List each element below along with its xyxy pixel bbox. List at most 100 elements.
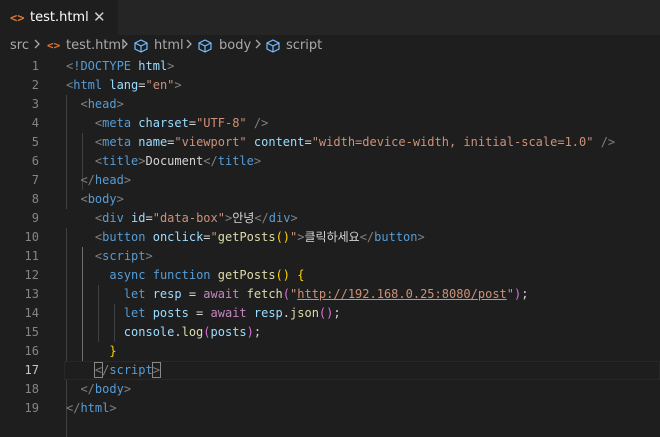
code-line[interactable]: 1 <!DOCTYPE html> (0, 57, 660, 76)
breadcrumb: src <> test.html html body script (0, 35, 660, 57)
line-number: 19 (24, 401, 39, 415)
chevron-right-icon (186, 39, 193, 49)
code-token: log (181, 325, 204, 339)
breadcrumb-test-html[interactable]: test.html (66, 38, 125, 53)
code-token: () (318, 306, 334, 320)
code-token: ( (203, 325, 211, 339)
code-token: getPosts (217, 230, 276, 244)
code-line[interactable]: 14 let posts = await resp.json(); (0, 304, 660, 323)
breadcrumb-html[interactable]: html (154, 38, 184, 53)
html-file-icon: <> (10, 11, 25, 25)
code-token: fetch (246, 287, 283, 301)
code-token: > (151, 362, 162, 378)
code-token: . (174, 325, 182, 339)
line-number: 17 (24, 363, 39, 377)
code-line[interactable]: 10 <button onclick="getPosts()">클릭하세요</b… (0, 228, 660, 247)
tab-bar: <> test.html ✕ (0, 0, 660, 35)
code-text: </head> (66, 171, 131, 190)
code-token: posts (210, 325, 247, 339)
code-token: html (73, 78, 110, 92)
code-token: head (94, 173, 124, 187)
code-line[interactable]: 7 </head> (0, 171, 660, 190)
line-number: 13 (24, 287, 39, 301)
code-token: < (80, 192, 88, 206)
code-text: </script> (66, 361, 162, 380)
code-token: </ (254, 211, 269, 225)
code-token: title (217, 154, 254, 168)
code-token: > (138, 154, 146, 168)
line-number: 14 (24, 306, 39, 320)
breadcrumb-src[interactable]: src (10, 38, 29, 53)
code-line[interactable]: 18 </body> (0, 380, 660, 399)
code-line[interactable]: 4 <meta charset="UTF-8" /> (0, 114, 660, 133)
code-token: posts (152, 306, 189, 320)
code-line[interactable]: 12 async function getPosts() { (0, 266, 660, 285)
code-line[interactable]: 15 console.log(posts); (0, 323, 660, 342)
code-text: <body> (66, 190, 123, 209)
code-token: = (188, 306, 211, 320)
code-token: = (188, 116, 197, 130)
code-line[interactable]: 13 let resp = await fetch("http://192.16… (0, 285, 660, 304)
code-token: 안녕 (232, 211, 255, 225)
code-text: console.log(posts); (66, 323, 261, 342)
close-icon[interactable]: ✕ (93, 8, 106, 26)
code-token: body (87, 192, 117, 206)
code-token: charset (138, 116, 189, 130)
code-token: </ (80, 382, 95, 396)
code-token: > (109, 401, 117, 415)
code-line[interactable]: 9 <div id="data-box">안녕</div> (0, 209, 660, 228)
code-line[interactable]: 17 </script> (0, 361, 660, 380)
breadcrumb-body[interactable]: body (219, 38, 251, 53)
code-token: div (268, 211, 291, 225)
code-token: () { (275, 268, 305, 282)
code-token: = (145, 211, 153, 225)
code-token: Document (145, 154, 204, 168)
code-token: body (94, 382, 124, 396)
code-line[interactable]: 5 <meta name="viewport" content="width=d… (0, 133, 660, 152)
code-token: html (80, 401, 110, 415)
symbol-element-icon (266, 39, 280, 57)
code-editor[interactable]: 1 <!DOCTYPE html> 2 <html lang="en"> 3 <head… (0, 57, 660, 437)
code-token: > (417, 230, 425, 244)
code-token: title (102, 154, 139, 168)
line-number: 10 (24, 230, 39, 244)
symbol-element-icon (198, 39, 212, 57)
code-line[interactable]: 8 <body> (0, 190, 660, 209)
line-number: 5 (31, 135, 39, 149)
code-line[interactable]: 6 <title>Document</title> (0, 152, 660, 171)
line-number: 9 (31, 211, 39, 225)
code-token: head (87, 97, 117, 111)
code-token: ( (282, 287, 291, 301)
code-token: resp (152, 287, 182, 301)
line-number: 1 (31, 59, 39, 73)
code-text: </body> (66, 380, 131, 399)
code-line[interactable]: 2 <html lang="en"> (0, 76, 660, 95)
code-line[interactable]: 16 } (0, 342, 660, 361)
code-token: let (123, 287, 153, 301)
code-text: <!DOCTYPE html> (66, 57, 174, 76)
code-text: <meta charset="UTF-8" /> (66, 114, 268, 133)
line-number: 3 (31, 97, 39, 111)
chevron-right-icon (255, 39, 262, 49)
code-token: resp (253, 306, 283, 320)
breadcrumb-script[interactable]: script (286, 38, 322, 53)
code-line[interactable]: 11 <script> (0, 247, 660, 266)
code-line[interactable]: 19 </html> (0, 399, 660, 418)
line-number: 18 (24, 382, 39, 396)
tab-test-html[interactable]: <> test.html ✕ (0, 0, 118, 35)
code-token: > (253, 154, 262, 168)
line-number: 11 (24, 249, 39, 263)
code-line[interactable]: 3 <head> (0, 95, 660, 114)
code-token: let (123, 306, 153, 320)
code-token: "width=device-width, initial-scale=1.0" (311, 135, 594, 149)
code-text: } (66, 342, 116, 361)
code-token: " (210, 230, 218, 244)
code-token: /> (600, 135, 616, 149)
code-token: await (210, 306, 254, 320)
line-number: 2 (31, 78, 39, 92)
